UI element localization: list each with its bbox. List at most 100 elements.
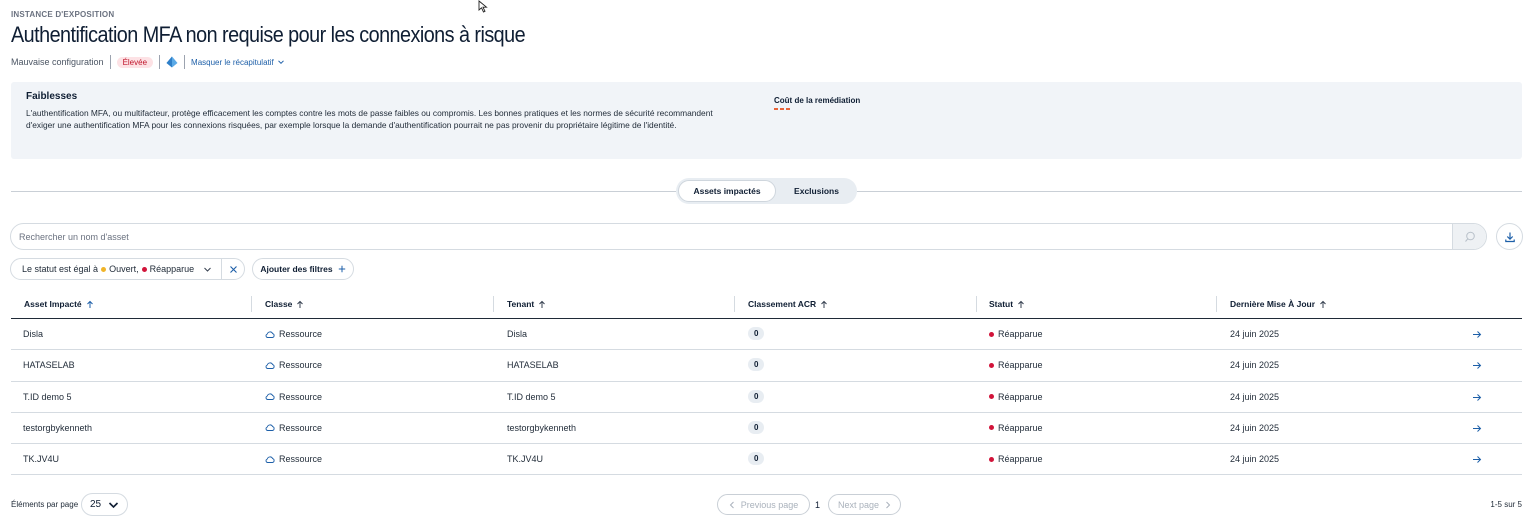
search-box <box>10 223 1487 250</box>
tenant-name: HATASELAB <box>507 360 559 371</box>
status-reappeared-dot-icon <box>989 331 994 337</box>
last-updated: 24 juin 2025 <box>1230 360 1280 371</box>
toggle-summary-label: Masquer le récapitulatif <box>191 57 274 67</box>
table-row[interactable]: TK.JV4U Ressource TK.JV4U 0 Réapparue 24… <box>11 444 1522 476</box>
per-page-label: Éléments par page <box>11 500 79 509</box>
clear-filter-button[interactable] <box>222 259 244 279</box>
weakness-description: L'authentification MFA, ou multifacteur,… <box>26 108 713 130</box>
last-updated: 24 juin 2025 <box>1230 329 1280 339</box>
status-cell: Réapparue <box>989 360 1043 370</box>
close-icon <box>229 265 237 273</box>
remediation-cost-label: Coût de la remédiation <box>774 96 861 105</box>
table-row[interactable]: Disla Ressource Disla 0 Réapparue 24 jui… <box>11 319 1522 351</box>
arrow-right-icon[interactable] <box>1472 330 1482 339</box>
tenant-name: testorgbykenneth <box>507 422 577 433</box>
arrow-right-icon[interactable] <box>1472 393 1482 402</box>
weakness-title: Faiblesses <box>26 91 78 102</box>
column-header-tenant[interactable]: Tenant <box>507 299 546 309</box>
tenant-name: TK.JV4U <box>507 454 544 465</box>
class-cell: Ressource <box>265 392 322 402</box>
cloud-icon <box>265 362 275 369</box>
meta-row: Mauvaise configuration Élevée Masquer le… <box>11 55 285 69</box>
sort-arrow-up-icon <box>86 300 93 308</box>
table-row[interactable]: testorgbykenneth Ressource testorgbykenn… <box>11 413 1522 445</box>
cloud-icon <box>265 330 275 338</box>
arrow-right-icon[interactable] <box>1472 361 1482 370</box>
tabs-divider-left <box>11 191 676 192</box>
weakness-panel: Faiblesses L'authentification MFA, ou mu… <box>11 82 1522 159</box>
mouse-cursor-icon <box>478 0 488 13</box>
tenant-name: Disla <box>507 329 528 339</box>
filter-value-open: Ouvert, <box>109 264 139 274</box>
tab-impacted-assets[interactable]: Assets impactés <box>678 180 776 202</box>
column-header-acr[interactable]: Classement ACR <box>748 299 828 309</box>
cloud-icon <box>265 424 275 432</box>
sort-arrow-up-icon <box>297 300 304 308</box>
sort-arrow-up-icon <box>821 300 828 308</box>
chevron-down-icon <box>277 60 284 65</box>
chevron-down-icon <box>109 501 119 508</box>
next-page-button[interactable]: Next page <box>828 494 901 515</box>
class-cell: Ressource <box>265 360 322 370</box>
chevron-right-icon <box>886 501 891 508</box>
page-title: Authentification MFA non requise pour le… <box>11 22 526 47</box>
arrow-right-icon[interactable] <box>1472 455 1482 464</box>
filter-prefix: Le statut est égal à <box>22 264 99 274</box>
status-cell: Réapparue <box>989 329 1043 339</box>
search-button[interactable] <box>1452 224 1486 249</box>
per-page-value: 25 <box>90 499 102 510</box>
search-icon <box>1464 231 1475 242</box>
status-filter-dropdown[interactable]: Le statut est égal à Ouvert, Réapparue <box>11 259 222 279</box>
column-header-asset[interactable]: Asset Impacté <box>24 299 94 309</box>
toggle-summary-link[interactable]: Masquer le récapitulatif <box>191 58 285 67</box>
previous-page-button[interactable]: Previous page <box>717 494 810 515</box>
tenant-name: T.ID demo 5 <box>507 391 556 402</box>
sort-arrow-up-icon <box>539 300 546 308</box>
status-reappeared-dot-icon <box>989 425 994 431</box>
tab-exclusions[interactable]: Exclusions <box>778 180 855 202</box>
acr-badge: 0 <box>748 358 765 372</box>
plus-icon <box>338 265 345 273</box>
add-filters-button[interactable]: Ajouter des filtres <box>252 258 354 280</box>
asset-name: Disla <box>23 329 44 339</box>
azure-logo-icon <box>166 56 178 68</box>
view-tabs: Assets impactés Exclusions <box>676 178 857 204</box>
class-cell: Ressource <box>265 454 322 464</box>
acr-badge: 0 <box>748 420 765 434</box>
status-filter-chip: Le statut est égal à Ouvert, Réapparue <box>10 258 245 280</box>
status-reappeared-dot-icon <box>989 456 994 462</box>
category-label: Mauvaise configuration <box>11 57 104 67</box>
table-header: Asset Impacté Classe Tenant Classement A… <box>11 288 1522 319</box>
last-updated: 24 juin 2025 <box>1230 391 1280 402</box>
table-row[interactable]: T.ID demo 5 Ressource T.ID demo 5 0 Réap… <box>11 382 1522 413</box>
column-header-status[interactable]: Statut <box>989 299 1025 309</box>
search-input[interactable] <box>19 229 1439 245</box>
asset-name: TK.JV4U <box>23 454 60 465</box>
sort-arrow-up-icon <box>1320 300 1326 308</box>
download-button[interactable] <box>1496 223 1523 250</box>
chevron-left-icon <box>729 501 734 508</box>
status-cell: Réapparue <box>989 392 1043 402</box>
remediation-cost-indicator <box>774 108 790 110</box>
arrow-right-icon[interactable] <box>1472 424 1482 433</box>
class-cell: Ressource <box>265 329 322 339</box>
column-header-class[interactable]: Classe <box>265 299 304 309</box>
current-page-number[interactable]: 1 <box>815 500 820 510</box>
status-cell: Réapparue <box>989 423 1043 433</box>
eyebrow-label: INSTANCE D'EXPOSITION <box>11 10 115 19</box>
tabs-divider-right <box>857 191 1522 192</box>
acr-badge: 0 <box>748 452 765 466</box>
asset-name: HATASELAB <box>23 360 75 371</box>
download-icon <box>1504 232 1515 242</box>
per-page-select[interactable]: 25 <box>81 493 128 516</box>
cloud-icon <box>265 393 275 401</box>
status-open-dot-icon <box>101 266 107 272</box>
severity-badge: Élevée <box>116 56 154 68</box>
table-row[interactable]: HATASELAB Ressource HATASELAB 0 Réapparu… <box>11 350 1522 382</box>
asset-name: testorgbykenneth <box>23 422 93 433</box>
cloud-icon <box>265 456 275 463</box>
impacted-assets-table: Asset Impacté Classe Tenant Classement A… <box>11 288 1522 476</box>
column-header-last-updated[interactable]: Dernière Mise À Jour <box>1230 299 1327 309</box>
status-cell: Réapparue <box>989 454 1043 464</box>
status-reappeared-dot-icon <box>989 394 994 400</box>
